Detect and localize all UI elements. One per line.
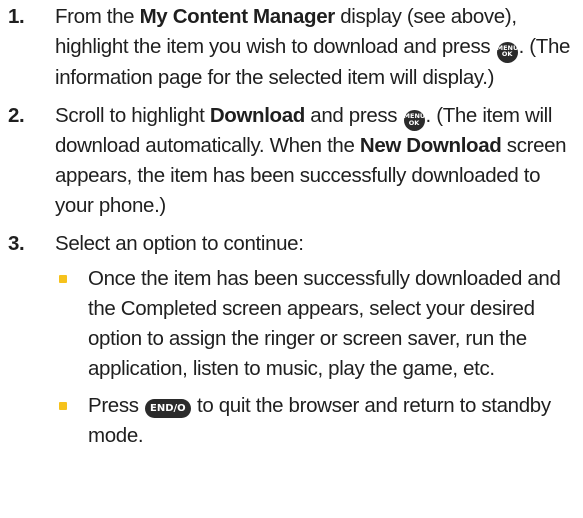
end-key-icon: END/O bbox=[145, 399, 191, 418]
instruction-page: 1. From the My Content Manager display (… bbox=[0, 0, 583, 518]
step-text: From the My Content Manager display (see… bbox=[55, 5, 571, 89]
option-item: Press END/O to quit the browser and retu… bbox=[55, 391, 573, 451]
menu-ok-key-icon: MENU OK bbox=[496, 41, 518, 63]
step-2: 2. Scroll to highlight Download and pres… bbox=[6, 101, 573, 222]
step-number: 3. bbox=[8, 232, 25, 255]
bullet-marker bbox=[59, 275, 67, 283]
option-list: Once the item has been successfully down… bbox=[55, 264, 573, 451]
menu-ok-key-icon: MENU OK bbox=[403, 110, 425, 131]
step-number: 1. bbox=[8, 5, 25, 28]
screen-name: New Download bbox=[359, 134, 502, 157]
step-3: 3. Select an option to continue: Once th… bbox=[6, 229, 573, 451]
step-1: 1. From the My Content Manager display (… bbox=[6, 2, 573, 93]
menu-item-name: Download bbox=[209, 103, 305, 127]
menu-name: My Content Manager bbox=[139, 5, 336, 28]
option-item: Once the item has been successfully down… bbox=[55, 264, 573, 384]
step-number: 2. bbox=[8, 103, 25, 127]
bullet-marker bbox=[59, 402, 67, 410]
step-text: Scroll to highlight Download and press M… bbox=[55, 103, 567, 218]
step-text: Select an option to continue: bbox=[55, 232, 304, 255]
